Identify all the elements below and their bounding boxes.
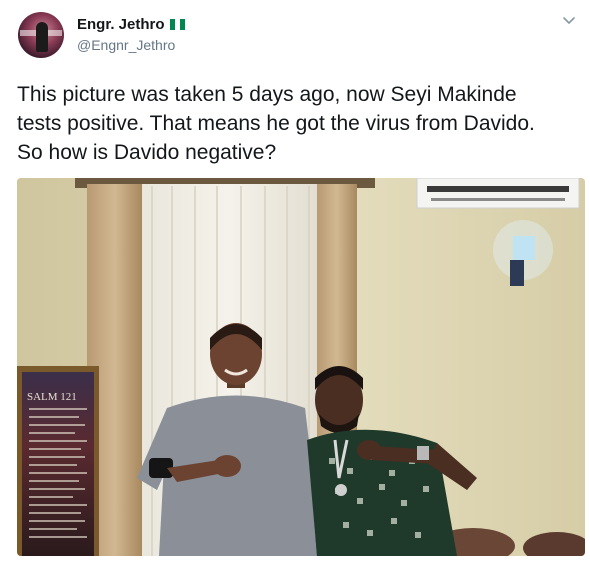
avatar[interactable] [18,12,64,58]
author-name[interactable]: Engr. Jethro [77,16,185,33]
nigeria-flag-icon [169,18,185,30]
avatar-figure [36,22,48,52]
chevron-down-icon[interactable] [562,14,576,28]
air-conditioner [416,178,580,209]
tweet-card: Engr. Jethro @Engnr_Jethro This picture … [0,0,590,561]
wall-lamp [513,236,535,260]
author-handle[interactable]: @Engnr_Jethro [77,37,175,53]
tweet-line: So how is Davido negative? [17,141,277,164]
tweet-line: tests positive. That means he got the vi… [17,112,535,135]
tweet-text: This picture was taken 5 days ago, now S… [17,80,587,167]
tweet-line: This picture was taken 5 days ago, now S… [17,83,517,106]
author-name-text: Engr. Jethro [77,16,165,33]
photo-scene: SALM 121 [17,178,585,556]
tweet-photo[interactable]: SALM 121 [17,178,585,556]
psalm-plaque-title: SALM 121 [27,391,77,403]
